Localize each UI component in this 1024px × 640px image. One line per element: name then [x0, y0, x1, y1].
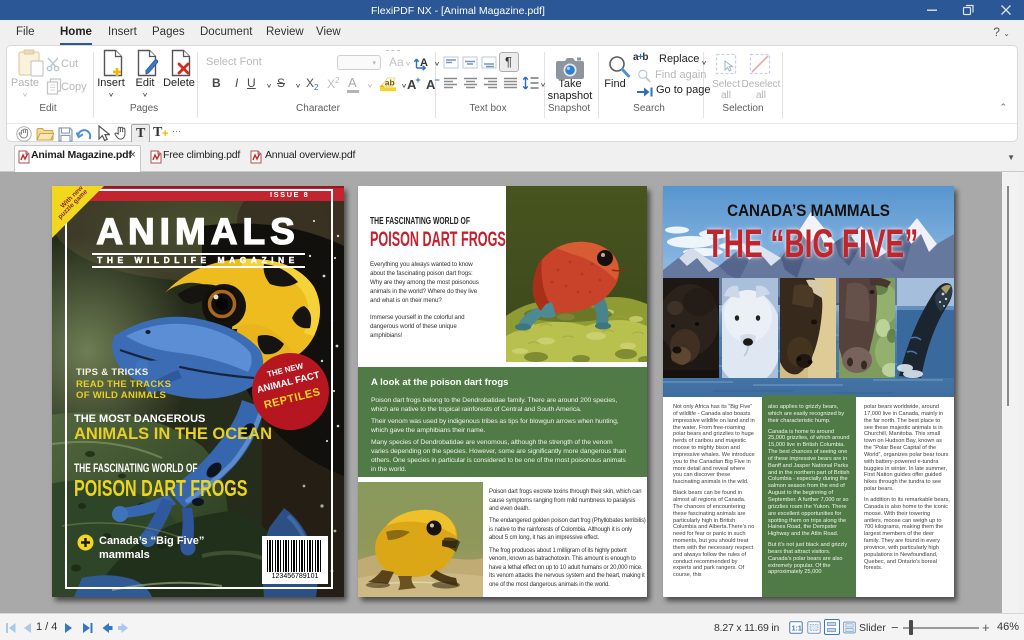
svg-text:ab: ab	[385, 77, 395, 87]
svg-text:1:1: 1:1	[792, 626, 802, 633]
